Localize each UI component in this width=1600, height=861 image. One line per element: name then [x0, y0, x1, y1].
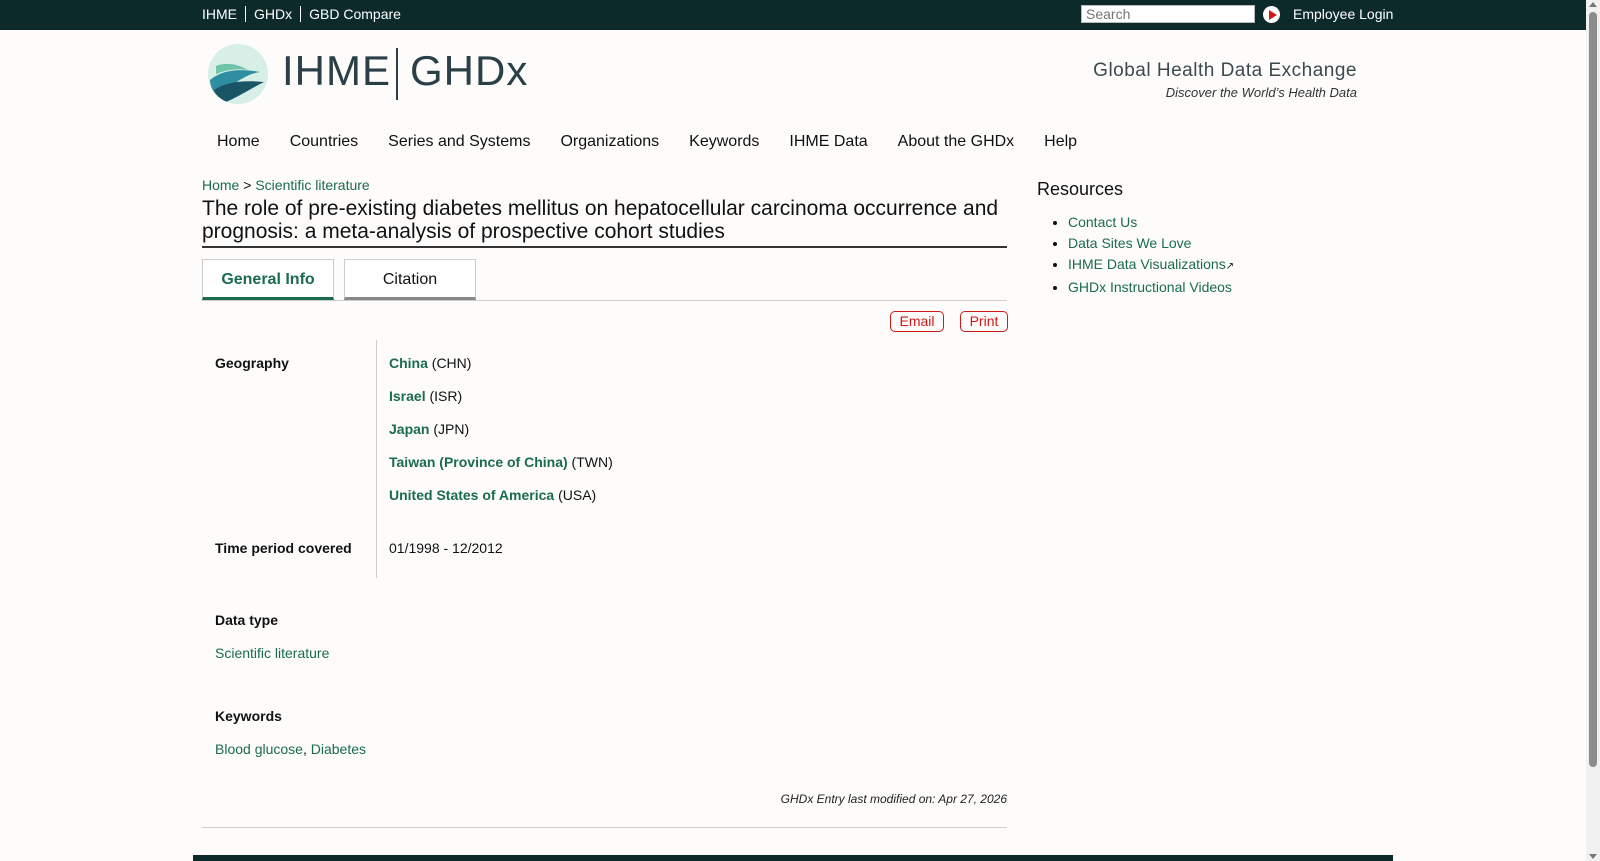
geography-item: Japan (JPN) [389, 421, 469, 437]
geography-code: (ISR) [429, 388, 463, 404]
email-button[interactable]: Email [890, 311, 944, 332]
resource-link-instructional-videos[interactable]: GHDx Instructional Videos [1068, 279, 1232, 295]
list-item: GHDx Instructional Videos [1068, 279, 1234, 296]
geography-code: (TWN) [571, 454, 613, 470]
geography-code: (USA) [558, 487, 597, 503]
top-link-ihme[interactable]: IHME [202, 6, 245, 22]
keyword-separator: , [302, 741, 311, 757]
nav-organizations[interactable]: Organizations [560, 133, 659, 151]
breadcrumb-separator: > [243, 177, 252, 193]
geography-code: (JPN) [433, 421, 470, 437]
list-item: Data Sites We Love [1068, 235, 1234, 252]
tab-general-info[interactable]: General Info [202, 259, 334, 300]
geography-code: (CHN) [431, 355, 472, 371]
geography-link-taiwan[interactable]: Taiwan (Province of China) [389, 454, 568, 470]
nav-countries[interactable]: Countries [290, 133, 358, 151]
scroll-down-icon[interactable] [1589, 854, 1597, 859]
logo-ghdx-text[interactable]: GHDx [410, 47, 528, 95]
geography-link-japan[interactable]: Japan [389, 421, 429, 437]
top-bar: IHME GHDx GBD Compare Employee Login [0, 0, 1586, 30]
resources-list: Contact Us Data Sites We Love IHME Data … [1048, 214, 1234, 300]
main-nav: Home Countries Series and Systems Organi… [217, 133, 1107, 151]
info-divider [376, 340, 377, 578]
scrollbar[interactable] [1586, 0, 1600, 861]
nav-about-ghdx[interactable]: About the GHDx [898, 133, 1015, 151]
resource-link-contact-us[interactable]: Contact Us [1068, 214, 1137, 230]
logo-divider [396, 48, 398, 100]
time-period-label: Time period covered [215, 540, 352, 556]
tab-bar: General Info Citation [202, 259, 1007, 301]
top-link-gbd-compare[interactable]: GBD Compare [300, 6, 409, 22]
footer-bar [193, 855, 1393, 861]
geography-item: Israel (ISR) [389, 388, 462, 404]
list-item: Contact Us [1068, 214, 1234, 231]
last-modified: GHDx Entry last modified on: Apr 27, 202… [780, 792, 1007, 806]
geography-label: Geography [215, 355, 289, 371]
external-link-icon: ↗ [1225, 261, 1235, 272]
search-go-button[interactable] [1263, 6, 1280, 23]
geography-link-israel[interactable]: Israel [389, 388, 426, 404]
print-button[interactable]: Print [960, 311, 1008, 332]
keywords-list: Blood glucose, Diabetes [215, 741, 366, 757]
nav-ihme-data[interactable]: IHME Data [789, 133, 867, 151]
scrollbar-thumb[interactable] [1589, 12, 1597, 767]
nav-series-and-systems[interactable]: Series and Systems [388, 133, 530, 151]
logo-ihme-text[interactable]: IHME [282, 47, 391, 95]
top-link-ghdx[interactable]: GHDx [245, 6, 300, 22]
geography-item: United States of America (USA) [389, 487, 596, 503]
resource-link-data-sites[interactable]: Data Sites We Love [1068, 235, 1191, 251]
tab-citation[interactable]: Citation [344, 259, 476, 300]
ihme-logo-icon[interactable] [208, 44, 268, 104]
resource-link-ihme-visualizations[interactable]: IHME Data Visualizations [1068, 256, 1226, 272]
scroll-up-icon[interactable] [1589, 2, 1597, 7]
geography-link-usa[interactable]: United States of America [389, 487, 554, 503]
breadcrumb-home[interactable]: Home [202, 177, 239, 193]
content-divider [202, 827, 1007, 828]
keywords-label: Keywords [215, 708, 282, 724]
breadcrumb: Home > Scientific literature [202, 177, 370, 193]
nav-help[interactable]: Help [1044, 133, 1077, 151]
data-type-value: Scientific literature [215, 645, 329, 661]
nav-home[interactable]: Home [217, 133, 260, 151]
page-title: The role of pre-existing diabetes mellit… [202, 197, 1007, 248]
breadcrumb-scientific-literature[interactable]: Scientific literature [255, 177, 369, 193]
site-subtagline: Discover the World’s Health Data [1165, 85, 1357, 100]
site-tagline: Global Health Data Exchange [1093, 60, 1357, 81]
nav-keywords[interactable]: Keywords [689, 133, 759, 151]
geography-item: China (CHN) [389, 355, 471, 371]
search-input[interactable] [1081, 5, 1255, 23]
keyword-link-blood-glucose[interactable]: Blood glucose [215, 741, 303, 757]
resources-title: Resources [1037, 179, 1124, 199]
keyword-link-diabetes[interactable]: Diabetes [311, 741, 366, 757]
data-type-link[interactable]: Scientific literature [215, 645, 329, 661]
geography-item: Taiwan (Province of China) (TWN) [389, 454, 613, 470]
employee-login-link[interactable]: Employee Login [1293, 6, 1393, 22]
top-links: IHME GHDx GBD Compare [202, 6, 409, 22]
list-item: IHME Data Visualizations↗ [1068, 256, 1234, 275]
geography-link-china[interactable]: China [389, 355, 428, 371]
time-period-value: 01/1998 - 12/2012 [389, 540, 503, 556]
data-type-label: Data type [215, 612, 279, 628]
